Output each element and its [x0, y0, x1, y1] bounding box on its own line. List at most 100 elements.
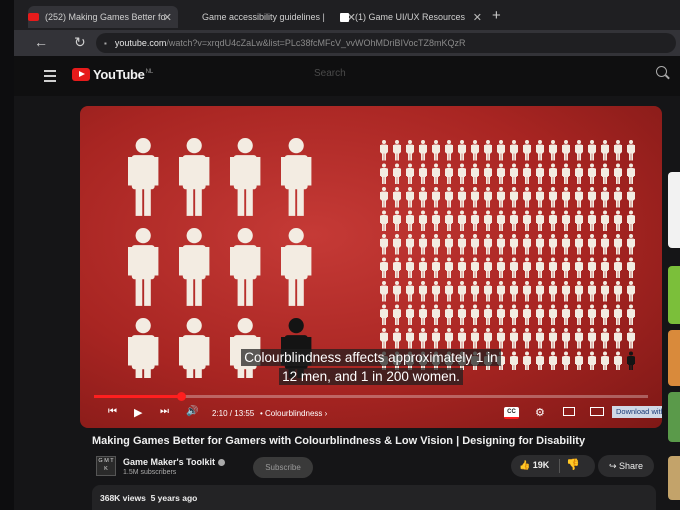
woman-figure [419, 328, 427, 349]
woman-figure [601, 257, 609, 278]
search-icon[interactable] [656, 66, 667, 77]
back-arrow-icon[interactable]: ← [34, 34, 48, 50]
theater-mode-icon[interactable] [590, 407, 604, 416]
woman-figure [627, 234, 635, 255]
reload-icon[interactable]: ↻ [74, 34, 86, 51]
woman-figure [432, 304, 440, 325]
channel-avatar[interactable]: G M T K [96, 456, 116, 476]
woman-figure [588, 257, 596, 278]
woman-figure [458, 304, 466, 325]
woman-figure [549, 187, 557, 208]
man-figure [230, 138, 261, 216]
subscribe-button[interactable]: Subscribe [253, 457, 313, 478]
sidebar-video-thumbnail[interactable] [668, 266, 680, 324]
woman-figure [549, 351, 557, 370]
woman-figure [497, 328, 505, 349]
tab-accessibility-guidelines[interactable]: Game accessibility guidelines | ✕ [190, 6, 356, 28]
woman-figure [406, 281, 414, 302]
description-box[interactable]: 368K views 5 years ago [92, 485, 656, 510]
woman-figure [471, 234, 479, 255]
channel-name[interactable]: Game Maker's Toolkit [123, 457, 226, 467]
volume-icon[interactable]: 🔊 [186, 406, 198, 417]
woman-figure [588, 234, 596, 255]
youtube-wordmark: YouTube [93, 67, 145, 82]
woman-figure [523, 140, 531, 161]
video-title: Making Games Better for Gamers with Colo… [92, 435, 586, 447]
settings-gear-icon[interactable]: ⚙ [535, 406, 545, 419]
next-icon[interactable]: ⏭ [160, 406, 169, 417]
woman-figure [458, 281, 466, 302]
woman-figure [380, 140, 388, 161]
upload-age: 5 years ago [150, 493, 198, 503]
captions-icon[interactable]: CC [504, 407, 519, 419]
youtube-logo[interactable]: YouTube NL [72, 67, 153, 82]
tab-game-ui-resources[interactable]: (1) Game UI/UX Resources ✕ [340, 6, 490, 28]
woman-figure [393, 257, 401, 278]
woman-figure [393, 234, 401, 255]
previous-icon[interactable]: ⏮ [108, 406, 117, 417]
woman-figure [445, 163, 453, 184]
sidebar-video-thumbnail[interactable] [668, 456, 680, 500]
sidebar-video-thumbnail[interactable] [668, 330, 680, 386]
close-tab-icon[interactable]: ✕ [473, 11, 482, 24]
man-figure [128, 318, 159, 378]
woman-figure [380, 304, 388, 325]
caption-line-2: 12 men, and 1 in 200 women. [279, 368, 463, 385]
woman-figure [406, 163, 414, 184]
woman-figure [432, 281, 440, 302]
woman-figure [575, 163, 583, 184]
like-dislike-group: 👍 19K 👎 [511, 455, 595, 477]
video-caption: Colourblindness affects approximately 1 … [230, 348, 512, 386]
colourblind-woman-figure [627, 351, 635, 370]
woman-figure [614, 187, 622, 208]
browser-window: (252) Making Games Better fo ✕ Game acce… [14, 0, 680, 510]
miniplayer-icon[interactable] [563, 407, 575, 416]
menu-icon[interactable] [44, 70, 56, 85]
view-count: 368K views [100, 493, 146, 503]
woman-figure [380, 210, 388, 231]
new-tab-icon[interactable]: + [492, 7, 501, 24]
video-player[interactable]: Colourblindness affects approximately 1 … [80, 106, 662, 428]
woman-figure [419, 234, 427, 255]
caption-line-1: Colourblindness affects approximately 1 … [241, 349, 501, 366]
like-button[interactable]: 👍 19K [519, 460, 549, 471]
tab-title: (1) Game UI/UX Resources [355, 12, 466, 22]
woman-figure [549, 140, 557, 161]
woman-figure [458, 234, 466, 255]
sidebar-video-thumbnail[interactable] [668, 392, 680, 442]
woman-figure [471, 304, 479, 325]
woman-figure [432, 140, 440, 161]
woman-figure [588, 281, 596, 302]
play-icon[interactable]: ▶ [134, 406, 142, 419]
progress-bar[interactable] [94, 392, 648, 401]
address-bar[interactable]: ▪ youtube.com /watch?v=xrqdU4cZaLw&list=… [96, 33, 676, 53]
woman-figure [562, 210, 570, 231]
woman-figure [393, 140, 401, 161]
woman-figure [562, 281, 570, 302]
notion-favicon-icon [340, 12, 349, 22]
woman-figure [575, 257, 583, 278]
scrubber-handle[interactable] [176, 392, 186, 401]
sidebar-video-thumbnail[interactable] [668, 172, 680, 248]
site-info-icon[interactable]: ▪ [104, 39, 107, 48]
woman-figure [497, 163, 505, 184]
woman-figure [601, 234, 609, 255]
woman-figure [458, 140, 466, 161]
woman-figure [523, 210, 531, 231]
woman-figure [393, 163, 401, 184]
search-input[interactable]: Search [314, 68, 346, 79]
woman-figure [445, 281, 453, 302]
verified-check-icon [218, 459, 226, 466]
share-button[interactable]: ↪ Share [598, 455, 654, 477]
woman-figure [588, 187, 596, 208]
chapter-button[interactable]: • Colourblindness › [260, 409, 327, 418]
tab-youtube[interactable]: (252) Making Games Better fo ✕ [28, 6, 178, 28]
close-tab-icon[interactable]: ✕ [163, 11, 172, 24]
woman-figure [614, 351, 622, 370]
woman-figure [484, 234, 492, 255]
woman-figure [380, 163, 388, 184]
thumbs-down-icon[interactable]: 👎 [566, 458, 580, 471]
woman-figure [601, 281, 609, 302]
woman-figure [484, 140, 492, 161]
download-button[interactable]: Download with [612, 406, 662, 418]
